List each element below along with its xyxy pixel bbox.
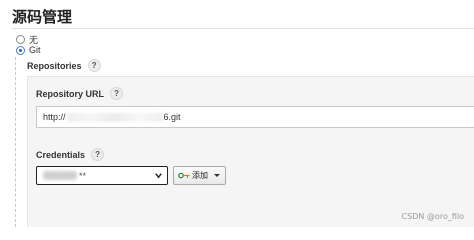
- repository-url-prefix: http://: [43, 112, 66, 122]
- repositories-header: Repositories ?: [27, 59, 101, 72]
- chevron-down-icon: [155, 173, 162, 179]
- key-icon: [178, 172, 190, 179]
- credentials-label: Credentials: [36, 149, 86, 160]
- repository-url-help-icon[interactable]: ?: [110, 87, 124, 100]
- add-button-label: 添加: [192, 171, 208, 180]
- redacted-credential: [43, 171, 77, 180]
- scm-option-git[interactable]: Git: [16, 45, 41, 55]
- dropdown-caret-icon: [214, 174, 220, 177]
- repository-url-input[interactable]: http:// 6.git: [36, 106, 474, 128]
- radio-none[interactable]: [16, 35, 25, 44]
- radio-git[interactable]: [16, 45, 25, 55]
- repositories-help-icon[interactable]: ?: [87, 59, 101, 72]
- repositories-label: Repositories: [27, 60, 82, 71]
- section-title: 源码管理: [12, 8, 73, 26]
- title-divider: [12, 28, 474, 29]
- redacted-url-segment: [66, 112, 163, 122]
- credentials-help-icon[interactable]: ?: [91, 148, 105, 161]
- repository-url-label: Repository URL: [36, 88, 105, 99]
- watermark: CSDN @oro_filo: [401, 212, 464, 221]
- git-options-guide: [15, 57, 16, 227]
- repository-url-header: Repository URL ?: [36, 87, 124, 100]
- scm-option-git-label: Git: [29, 45, 41, 55]
- credentials-selected-value: **: [79, 170, 87, 181]
- credentials-header: Credentials ?: [36, 148, 105, 161]
- add-credentials-button[interactable]: 添加: [173, 166, 226, 185]
- repository-url-suffix: 6.git: [163, 112, 181, 122]
- credentials-select[interactable]: **: [36, 166, 168, 185]
